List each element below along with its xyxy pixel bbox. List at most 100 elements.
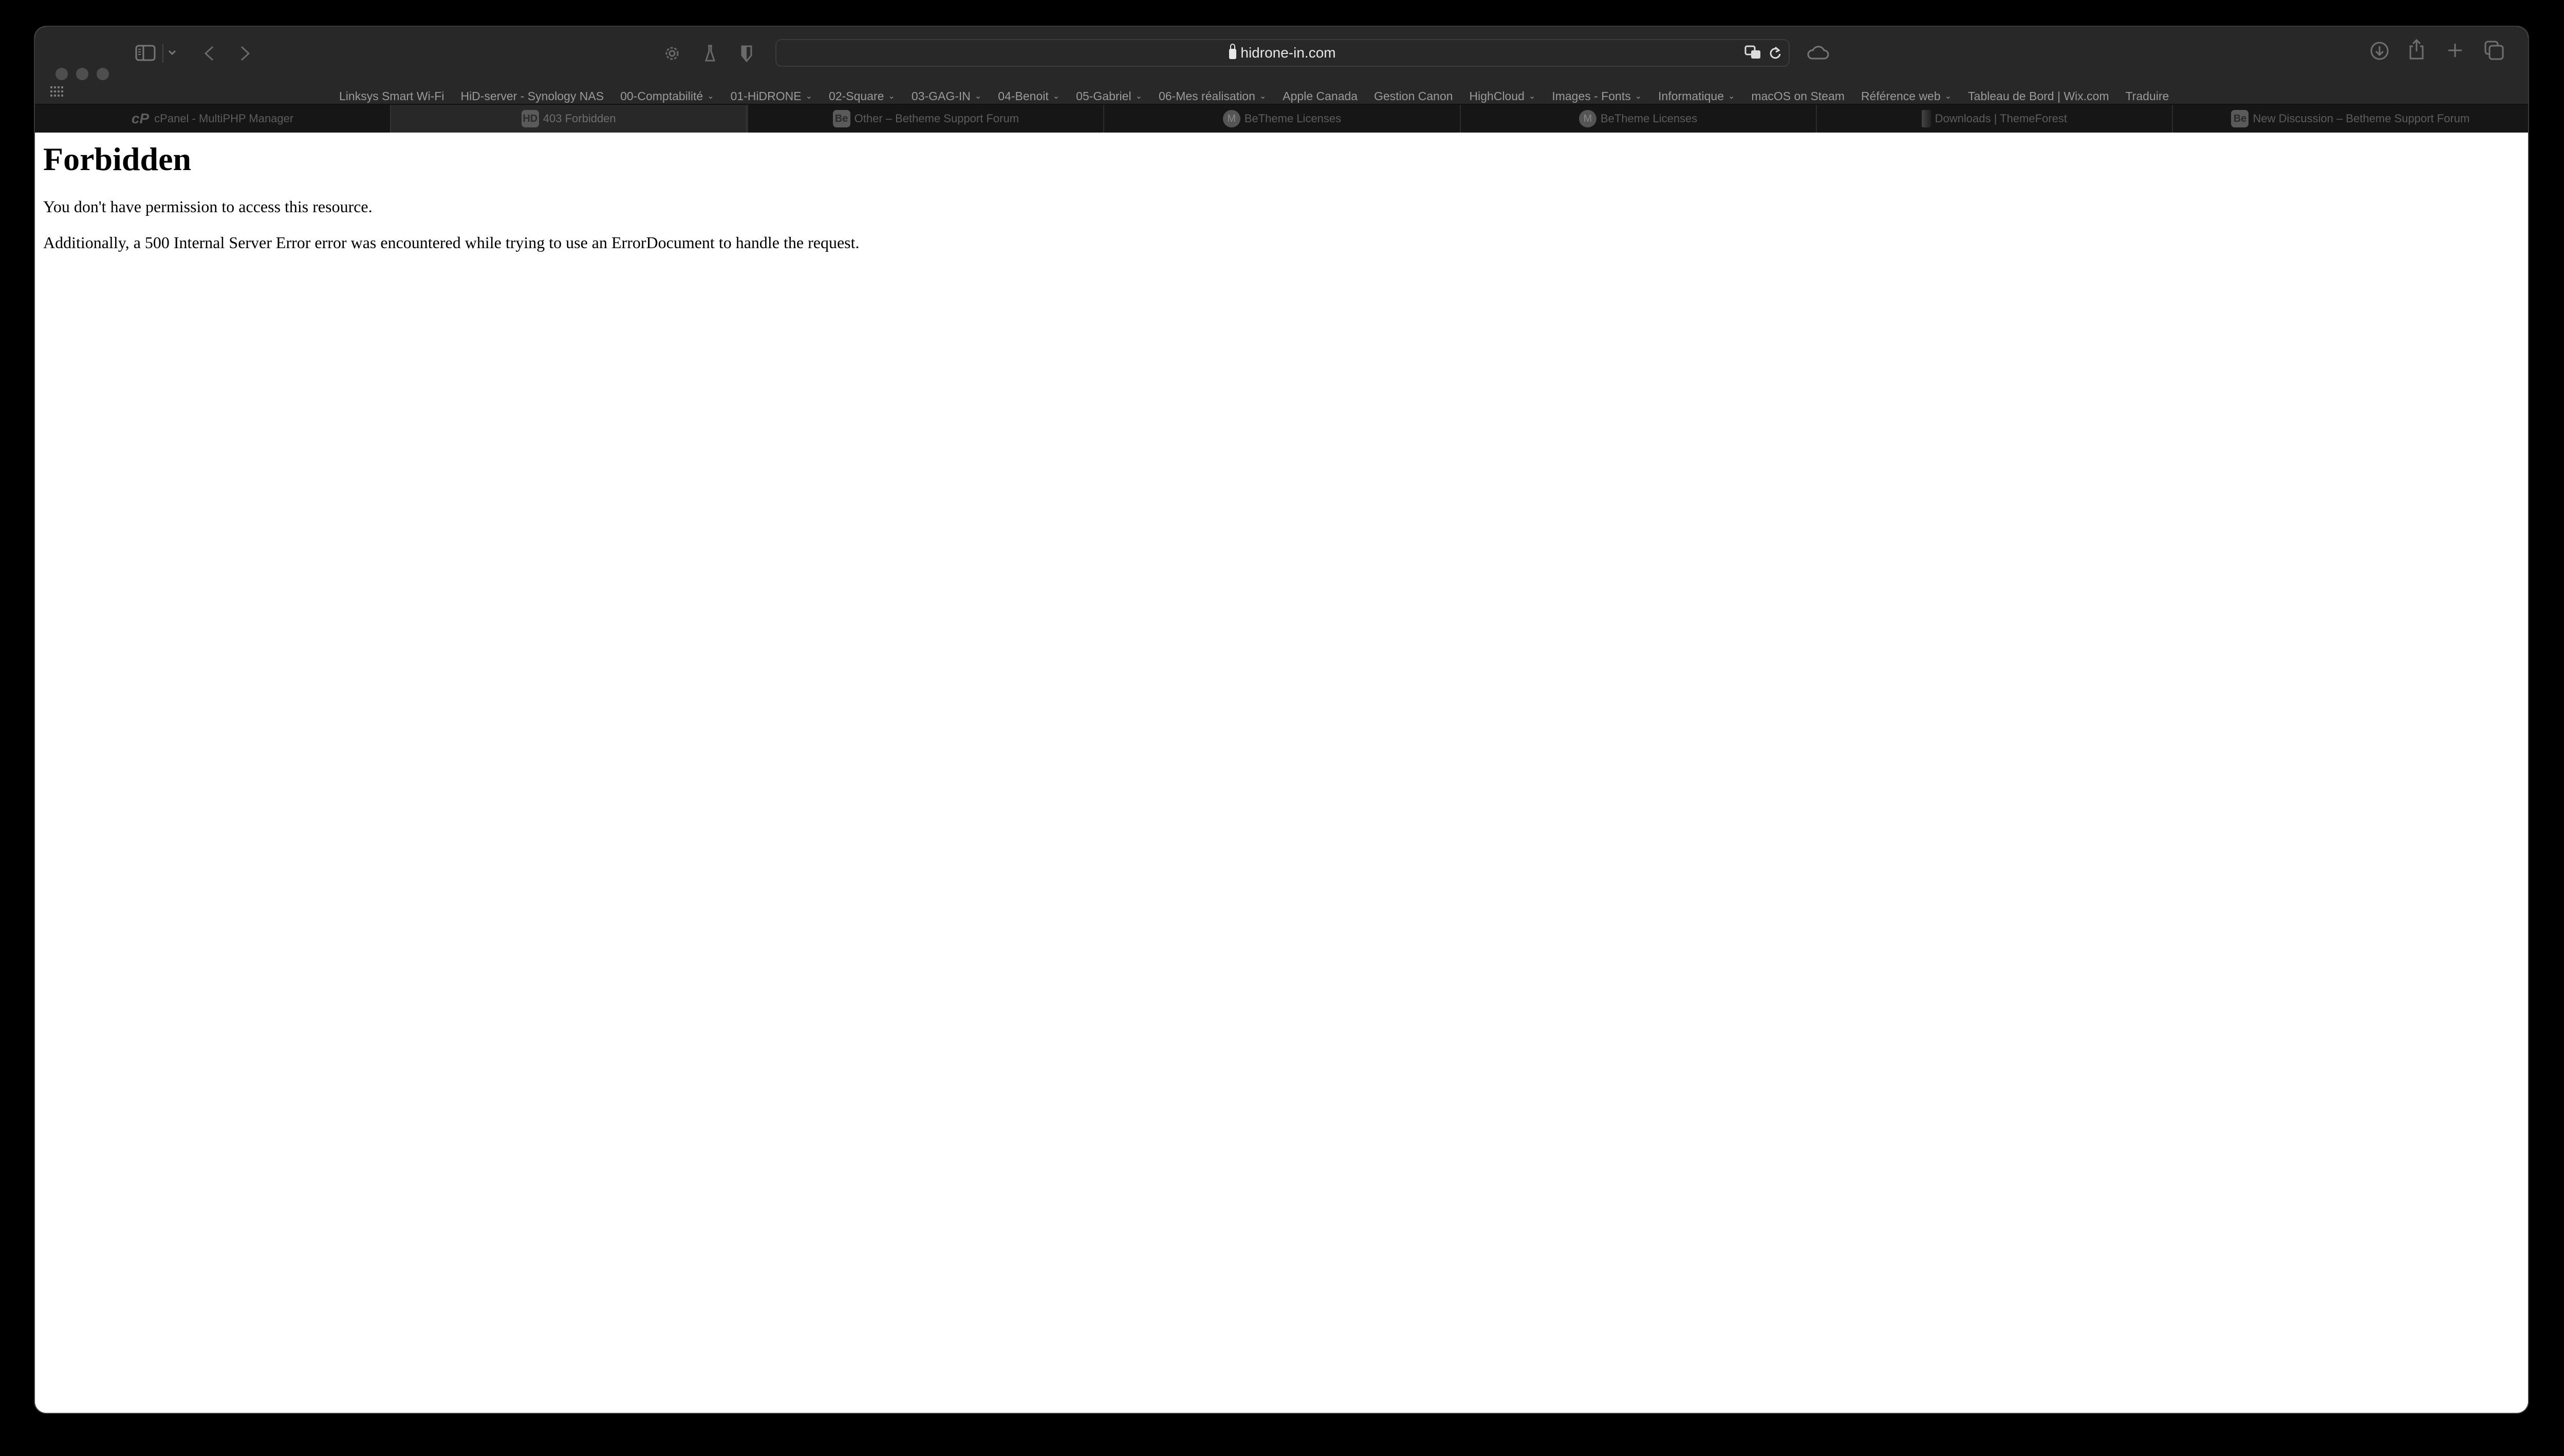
chevron-left-icon: [204, 46, 214, 61]
tab-overview-button[interactable]: [2484, 40, 2504, 61]
bookmark-label: Référence web: [1861, 89, 1941, 103]
chevron-down-icon: ⌄: [1135, 92, 1142, 101]
bookmark-item[interactable]: HiD-server - Synology NAS: [460, 89, 604, 103]
error-detail: Additionally, a 500 Internal Server Erro…: [43, 233, 860, 252]
translate-icon: [1744, 45, 1760, 59]
bookmark-folder[interactable]: 01-HiDRONE ⌄: [731, 89, 812, 103]
bookmark-folder[interactable]: 06-Mes réalisation ⌄: [1159, 89, 1266, 103]
tab-title: 403 Forbidden: [543, 112, 616, 125]
shield-icon: [741, 45, 752, 63]
bookmark-list: Linksys Smart Wi-Fi HiD-server - Synology…: [339, 88, 2185, 104]
chevron-down-icon: ⌄: [1634, 92, 1642, 101]
close-window-button[interactable]: [55, 68, 68, 80]
bookmark-folder[interactable]: 03-GAG-IN ⌄: [912, 89, 981, 103]
window-controls: [55, 68, 109, 80]
address-url[interactable]: hidrone-in.com: [1240, 45, 1335, 61]
privacy-shield-button[interactable]: [740, 44, 753, 63]
browser-window: hidrone-in.com Linksys Smart Wi-Fi HiD-s…: [35, 27, 2528, 1413]
favicon-icon: M: [1222, 110, 1240, 127]
page-content: Forbidden You don't have permission to a…: [35, 133, 2528, 1413]
tab-group-dropdown-button[interactable]: [168, 49, 177, 55]
tab-title: BeTheme Licenses: [1244, 112, 1342, 125]
bookmark-item[interactable]: Gestion Canon: [1374, 89, 1453, 103]
bookmark-item[interactable]: Linksys Smart Wi-Fi: [339, 89, 444, 103]
bookmark-folder[interactable]: 05-Gabriel ⌄: [1076, 89, 1142, 103]
back-button[interactable]: [202, 45, 215, 62]
sidebar-icon: [135, 45, 156, 61]
tab-bar: cP cPanel - MultiPHP Manager HD 403 Forbidd…: [35, 104, 2528, 133]
bookmark-label: macOS on Steam: [1751, 89, 1845, 103]
tab[interactable]: cP cPanel - MultiPHP Manager: [35, 105, 390, 133]
tab-title: cPanel - MultiPHP Manager: [154, 112, 294, 125]
chevron-down-icon: ⌄: [1052, 92, 1060, 101]
new-tab-button[interactable]: [2447, 42, 2463, 59]
bookmark-item[interactable]: Tableau de Bord | Wix.com: [1968, 89, 2109, 103]
chevron-down-icon: ⌄: [1944, 92, 1952, 101]
bookmark-label: 00-Comptabilité: [620, 89, 703, 103]
bookmark-folder[interactable]: 00-Comptabilité ⌄: [620, 89, 714, 103]
tab-title: New Discussion – Betheme Support Forum: [2253, 112, 2470, 125]
chevron-down-icon: ⌄: [974, 92, 982, 101]
favicon-icon: [1921, 110, 1931, 127]
page-heading: Forbidden: [43, 141, 192, 177]
error-message: You don't have permission to access this…: [43, 197, 373, 216]
tab[interactable]: Be Other – Betheme Support Forum: [747, 105, 1103, 133]
address-bar[interactable]: hidrone-in.com: [775, 39, 1790, 67]
zoom-window-button[interactable]: [97, 68, 109, 80]
bookmark-label: 02-Square: [829, 89, 884, 103]
forward-button[interactable]: [239, 45, 252, 62]
chevron-down-icon: ⌄: [707, 92, 714, 101]
chevron-down-icon: [168, 50, 176, 55]
favicon-icon: Be: [2231, 110, 2249, 127]
sidebar-toggle-button[interactable]: [135, 45, 156, 61]
tab-active[interactable]: HD 403 Forbidden: [390, 105, 748, 133]
favicon-icon: Be: [832, 110, 850, 127]
bookmark-folder[interactable]: HighCloud ⌄: [1470, 89, 1536, 103]
reload-icon: [1770, 46, 1781, 59]
toolbar-divider: [162, 44, 163, 63]
bookmark-folder[interactable]: Images - Fonts ⌄: [1552, 89, 1642, 103]
tab[interactable]: M BeTheme Licenses: [1459, 105, 1816, 133]
share-icon: [2409, 39, 2424, 60]
bookmark-label: Gestion Canon: [1374, 89, 1453, 103]
lock-icon: [1229, 44, 1237, 59]
tab[interactable]: M BeTheme Licenses: [1103, 105, 1459, 133]
chevron-down-icon: ⌄: [1259, 92, 1267, 101]
lab-button[interactable]: [704, 44, 716, 63]
downloads-button[interactable]: [2369, 41, 2390, 61]
grid-icon: [50, 86, 63, 97]
bookmark-folder[interactable]: 04-Benoit ⌄: [998, 89, 1060, 103]
share-button[interactable]: [2408, 38, 2425, 61]
bookmark-folder[interactable]: Référence web ⌄: [1861, 89, 1952, 103]
chevron-down-icon: ⌄: [805, 92, 813, 101]
bookmark-label: 06-Mes réalisation: [1158, 89, 1255, 103]
icloud-tabs-button[interactable]: [1807, 43, 1829, 61]
translate-button[interactable]: [1744, 45, 1762, 63]
favorites-bar: Linksys Smart Wi-Fi HiD-server - Synology…: [35, 86, 2528, 104]
bookmark-item[interactable]: Traduire: [2125, 89, 2169, 103]
bookmark-folder[interactable]: Informatique ⌄: [1658, 89, 1735, 103]
bookmark-label: Images - Fonts: [1552, 89, 1631, 103]
plus-icon: [2448, 44, 2462, 57]
tab[interactable]: Downloads | ThemeForest: [1815, 105, 2172, 133]
tab-overview-icon: [2484, 41, 2504, 60]
minimize-window-button[interactable]: [76, 68, 88, 80]
show-all-bookmarks-button[interactable]: [50, 86, 65, 100]
chevron-down-icon: ⌄: [888, 92, 895, 101]
cloud-icon: [1807, 46, 1829, 60]
bookmark-item[interactable]: macOS on Steam: [1751, 89, 1845, 103]
bookmark-label: 05-Gabriel: [1076, 89, 1131, 103]
settings-button[interactable]: [663, 44, 681, 63]
bookmark-label: HiD-server - Synology NAS: [460, 89, 604, 103]
chevron-down-icon: ⌄: [1528, 92, 1536, 101]
download-icon: [2370, 42, 2389, 60]
favicon-icon: M: [1578, 110, 1596, 127]
reload-button[interactable]: [1769, 46, 1781, 63]
bookmark-label: Tableau de Bord | Wix.com: [1968, 89, 2109, 103]
tab[interactable]: Be New Discussion – Betheme Support Forum: [2171, 105, 2528, 133]
bookmark-label: Traduire: [2125, 89, 2169, 103]
bookmark-folder[interactable]: 02-Square ⌄: [829, 89, 895, 103]
tab-title: Downloads | ThemeForest: [1935, 112, 2067, 125]
bookmark-item[interactable]: Apple Canada: [1283, 89, 1358, 103]
bookmark-label: 04-Benoit: [998, 89, 1049, 103]
